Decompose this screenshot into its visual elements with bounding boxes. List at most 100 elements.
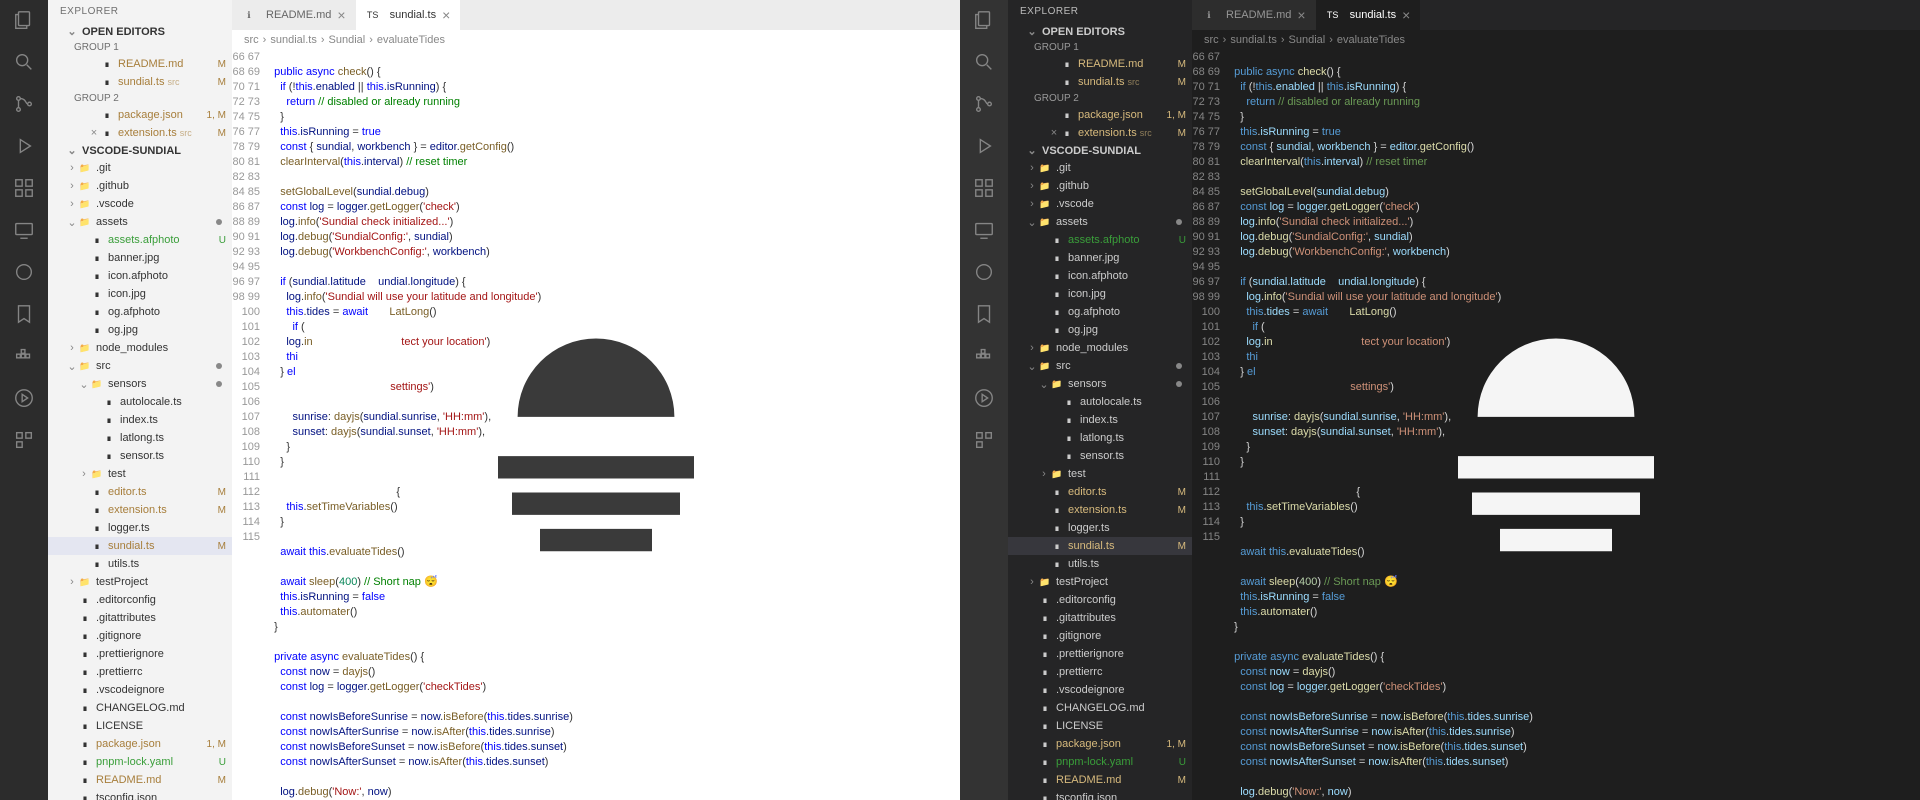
- remote-icon[interactable]: [12, 218, 36, 242]
- tree-row[interactable]: ∎extension.tsM: [48, 501, 232, 519]
- play-icon[interactable]: [12, 386, 36, 410]
- debug-icon[interactable]: [12, 134, 36, 158]
- tree-row[interactable]: ›📁.vscode: [48, 195, 232, 213]
- search-icon[interactable]: [12, 50, 36, 74]
- tab[interactable]: ℹREADME.md×: [1192, 0, 1316, 30]
- bookmarks-icon[interactable]: [972, 302, 996, 326]
- bookmarks-icon[interactable]: [12, 302, 36, 326]
- tree-row[interactable]: ∎extension.tsM: [1008, 501, 1192, 519]
- tree-row[interactable]: ∎banner.jpg: [48, 249, 232, 267]
- tree-row[interactable]: ∎assets.afphotoU: [1008, 231, 1192, 249]
- tree-row[interactable]: ∎assets.afphotoU: [48, 231, 232, 249]
- tree-row[interactable]: ∎tsconfig.json: [1008, 789, 1192, 800]
- search-icon[interactable]: [972, 50, 996, 74]
- close-icon[interactable]: ×: [1402, 7, 1410, 23]
- breadcrumb-item[interactable]: src: [1204, 34, 1219, 46]
- tree-row[interactable]: ∎LICENSE: [48, 717, 232, 735]
- tree-row[interactable]: ›📁test: [1008, 465, 1192, 483]
- liveshare-icon[interactable]: [972, 260, 996, 284]
- tree-row[interactable]: ∎autolocale.ts: [48, 393, 232, 411]
- breadcrumb-item[interactable]: sundial.ts: [270, 34, 316, 46]
- liveshare-icon[interactable]: [12, 260, 36, 284]
- tree-row[interactable]: ×∎extension.ts srcM: [1008, 124, 1192, 142]
- scm-icon[interactable]: [972, 92, 996, 116]
- tree-row[interactable]: ∎og.jpg: [48, 321, 232, 339]
- tree-row[interactable]: ⌄📁sensors: [1008, 375, 1192, 393]
- apps-icon[interactable]: [972, 428, 996, 452]
- debug-icon[interactable]: [972, 134, 996, 158]
- breadcrumb-item[interactable]: src: [244, 34, 259, 46]
- open-editors-section[interactable]: ⌄OPEN EDITORS: [1008, 23, 1192, 40]
- tree-row[interactable]: ∎package.json1, M: [1008, 106, 1192, 124]
- docker-icon[interactable]: [972, 344, 996, 368]
- tree-row[interactable]: ∎.prettierrc: [1008, 663, 1192, 681]
- tree-row[interactable]: ∎package.json1, M: [48, 735, 232, 753]
- tree-row[interactable]: ∎icon.afphoto: [1008, 267, 1192, 285]
- tree-row[interactable]: ›📁.github: [1008, 177, 1192, 195]
- tree-row[interactable]: ∎.vscodeignore: [48, 681, 232, 699]
- tree-row[interactable]: ⌄📁src: [48, 357, 232, 375]
- tree-row[interactable]: ∎autolocale.ts: [1008, 393, 1192, 411]
- code-lines[interactable]: public async check() { if (!this.enabled…: [268, 50, 960, 800]
- tree-row[interactable]: ∎.editorconfig: [48, 591, 232, 609]
- tree-row[interactable]: ∎CHANGELOG.md: [1008, 699, 1192, 717]
- scm-icon[interactable]: [12, 92, 36, 116]
- tree-row[interactable]: ∎README.mdM: [48, 771, 232, 789]
- close-icon[interactable]: ×: [337, 7, 345, 23]
- tree-row[interactable]: ∎logger.ts: [48, 519, 232, 537]
- files-icon[interactable]: [12, 8, 36, 32]
- tree-row[interactable]: ∎og.afphoto: [1008, 303, 1192, 321]
- files-icon[interactable]: [972, 8, 996, 32]
- tree-row[interactable]: ›📁.git: [1008, 159, 1192, 177]
- tree-row[interactable]: ⌄📁assets: [1008, 213, 1192, 231]
- code-editor[interactable]: 66 67 68 69 70 71 72 73 74 75 76 77 78 7…: [232, 50, 960, 800]
- tree-row[interactable]: ∎editor.tsM: [48, 483, 232, 501]
- tree-row[interactable]: ∎LICENSE: [1008, 717, 1192, 735]
- tree-row[interactable]: ⌄📁sensors: [48, 375, 232, 393]
- tree-row[interactable]: ∎sundial.tsM: [48, 537, 232, 555]
- tree-row[interactable]: ∎index.ts: [48, 411, 232, 429]
- tree-row[interactable]: ›📁.github: [48, 177, 232, 195]
- tree-row[interactable]: ∎pnpm-lock.yamlU: [1008, 753, 1192, 771]
- breadcrumb-item[interactable]: Sundial: [329, 34, 366, 46]
- code-editor[interactable]: 66 67 68 69 70 71 72 73 74 75 76 77 78 7…: [1192, 50, 1920, 800]
- tree-row[interactable]: ›📁test: [48, 465, 232, 483]
- tree-row[interactable]: ∎tsconfig.json: [48, 789, 232, 800]
- tree-row[interactable]: ∎.editorconfig: [1008, 591, 1192, 609]
- tree-row[interactable]: ∎sundial.ts srcM: [1008, 73, 1192, 91]
- tree-row[interactable]: ∎utils.ts: [1008, 555, 1192, 573]
- tree-row[interactable]: ⌄📁assets: [48, 213, 232, 231]
- tree-row[interactable]: ∎README.mdM: [1008, 55, 1192, 73]
- tree-row[interactable]: ∎og.jpg: [1008, 321, 1192, 339]
- extensions-icon[interactable]: [972, 176, 996, 200]
- tree-row[interactable]: ∎utils.ts: [48, 555, 232, 573]
- tree-row[interactable]: ›📁.git: [48, 159, 232, 177]
- remote-icon[interactable]: [972, 218, 996, 242]
- tree-row[interactable]: ∎sundial.ts srcM: [48, 73, 232, 91]
- docker-icon[interactable]: [12, 344, 36, 368]
- close-icon[interactable]: ×: [1297, 7, 1305, 23]
- tree-row[interactable]: ∎sensor.ts: [1008, 447, 1192, 465]
- workspace-section[interactable]: ⌄VSCODE-SUNDIAL: [1008, 142, 1192, 159]
- breadcrumbs[interactable]: src › sundial.ts › Sundial › evaluateTid…: [232, 30, 960, 50]
- tree-row[interactable]: ∎README.mdM: [1008, 771, 1192, 789]
- tree-row[interactable]: ∎logger.ts: [1008, 519, 1192, 537]
- tree-row[interactable]: ›📁.vscode: [1008, 195, 1192, 213]
- breadcrumb-item[interactable]: Sundial: [1289, 34, 1326, 46]
- tree-row[interactable]: ∎icon.jpg: [48, 285, 232, 303]
- tree-row[interactable]: ∎og.afphoto: [48, 303, 232, 321]
- tree-row[interactable]: ∎.gitignore: [48, 627, 232, 645]
- breadcrumbs[interactable]: src › sundial.ts › Sundial › evaluateTid…: [1192, 30, 1920, 50]
- tab[interactable]: TSsundial.ts×: [356, 0, 461, 30]
- tree-row[interactable]: ∎editor.tsM: [1008, 483, 1192, 501]
- tree-row[interactable]: ∎.prettierignore: [48, 645, 232, 663]
- workspace-section[interactable]: ⌄VSCODE-SUNDIAL: [48, 142, 232, 159]
- tree-row[interactable]: ∎.vscodeignore: [1008, 681, 1192, 699]
- tree-row[interactable]: ∎.gitattributes: [48, 609, 232, 627]
- breadcrumb-item[interactable]: sundial.ts: [1230, 34, 1276, 46]
- tree-row[interactable]: ∎CHANGELOG.md: [48, 699, 232, 717]
- tree-row[interactable]: ∎icon.afphoto: [48, 267, 232, 285]
- tree-row[interactable]: ∎icon.jpg: [1008, 285, 1192, 303]
- breadcrumb-item[interactable]: evaluateTides: [377, 34, 445, 46]
- tree-row[interactable]: ∎.gitignore: [1008, 627, 1192, 645]
